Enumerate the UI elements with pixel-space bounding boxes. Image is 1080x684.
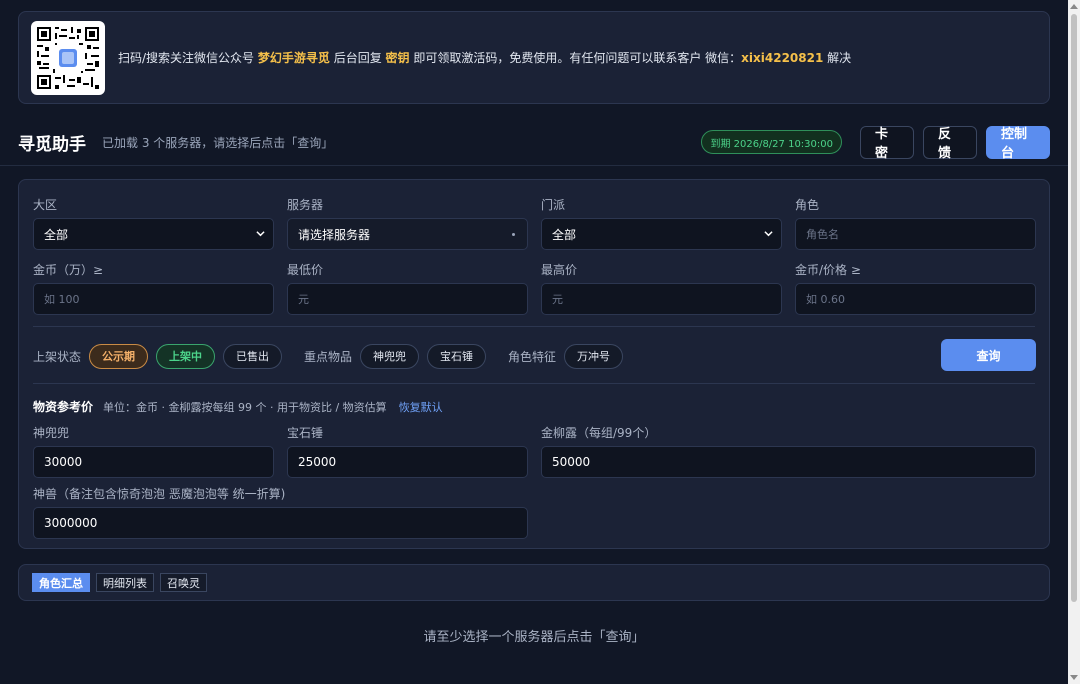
app-header: 寻觅助手 已加载 3 个服务器，请选择后点击「查询」 到期 2026/8/27 … [18, 124, 1050, 161]
chip-status-listed[interactable]: 上架中 [156, 343, 216, 369]
max-price-input[interactable]: 元 [541, 283, 782, 315]
chevron-down-icon [764, 231, 773, 237]
gold-ratio-field: 金币/价格 ≥ 如 0.60 [795, 261, 1036, 315]
status-label: 上架状态 [33, 349, 82, 364]
header-divider [0, 165, 1068, 166]
price-shenshou-input[interactable]: 3000000 [33, 507, 528, 539]
reference-header: 物资参考价 单位：金币 · 金柳露按每组 99 个 · 用于物资比 / 物资估算… [33, 398, 443, 415]
qr-code [31, 20, 105, 95]
expiry-badge: 到期 2026/8/27 10:30:00 [701, 130, 842, 154]
banner-text: 扫码/搜索关注微信公众号 梦幻手游寻觅 后台回复 密钥 即可领取激活码，免费使用… [118, 51, 852, 65]
result-tabs: 角色汇总 明细列表 召唤灵 [18, 564, 1050, 601]
qr-code-image [35, 24, 101, 91]
tab-detail-list[interactable]: 明细列表 [96, 573, 154, 592]
chevron-down-icon [256, 231, 265, 237]
chip-item-shendoudou[interactable]: 神兜兜 [360, 343, 420, 369]
dropdown-indicator-icon [512, 233, 515, 236]
min-price-input[interactable]: 元 [287, 283, 528, 315]
card-key-button[interactable]: 卡密 [860, 125, 914, 161]
server-field: 服务器 请选择服务器 [287, 196, 528, 250]
reference-title: 物资参考价 [33, 400, 94, 414]
price-baoshichui-input[interactable]: 25000 [287, 446, 528, 478]
max-price-field: 最高价 元 [541, 261, 782, 315]
scroll-up-icon[interactable] [1070, 4, 1078, 9]
min-price-field: 最低价 元 [287, 261, 528, 315]
app-title: 寻觅助手 [18, 134, 86, 155]
role-input[interactable]: 角色名 [795, 218, 1036, 250]
scrollbar-thumb[interactable] [1071, 14, 1077, 602]
price-baoshichui-field: 宝石锤 25000 [287, 424, 528, 478]
server-select[interactable]: 请选择服务器 [287, 218, 528, 250]
chip-status-public[interactable]: 公示期 [89, 343, 149, 369]
chip-status-sold[interactable]: 已售出 [223, 343, 283, 369]
feedback-button[interactable]: 反馈 [923, 125, 977, 161]
scroll-down-icon[interactable] [1070, 675, 1078, 680]
region-field: 大区 全部 [33, 196, 274, 250]
query-button[interactable]: 查询 [941, 339, 1036, 371]
price-jinliulu-input[interactable]: 50000 [541, 446, 1036, 478]
feature-label: 角色特征 [508, 349, 557, 364]
gold-ratio-input[interactable]: 如 0.60 [795, 283, 1036, 315]
divider [33, 383, 1035, 384]
price-jinliulu-field: 金柳露（每组/99个） 50000 [541, 424, 1036, 478]
price-shendoudou-input[interactable]: 30000 [33, 446, 274, 478]
tab-role-summary[interactable]: 角色汇总 [32, 573, 90, 592]
vertical-scrollbar[interactable] [1068, 0, 1080, 684]
console-button[interactable]: 控制台 [986, 125, 1050, 161]
school-select[interactable]: 全部 [541, 218, 782, 250]
price-shendoudou-field: 神兜兜 30000 [33, 424, 274, 478]
reset-defaults-link[interactable]: 恢复默认 [399, 399, 443, 415]
wechat-id: xixi4220821 [741, 51, 824, 65]
region-select[interactable]: 全部 [33, 218, 274, 250]
items-label: 重点物品 [304, 349, 353, 364]
tab-summon[interactable]: 召唤灵 [160, 573, 207, 592]
chip-item-baoshichui[interactable]: 宝石锤 [427, 343, 487, 369]
school-field: 门派 全部 [541, 196, 782, 250]
account-name: 梦幻手游寻觅 [257, 51, 330, 65]
filter-panel: 大区 全部 服务器 请选择服务器 门派 全部 角色 角色名 金币（万）≥ 如 1… [18, 179, 1050, 549]
page: 扫码/搜索关注微信公众号 梦幻手游寻觅 后台回复 密钥 即可领取激活码，免费使用… [0, 0, 1068, 684]
empty-state-message: 请至少选择一个服务器后点击「查询」 [423, 630, 645, 645]
chip-feature-wanchong[interactable]: 万冲号 [564, 343, 624, 369]
reference-note: 单位：金币 · 金柳露按每组 99 个 · 用于物资比 / 物资估算 [103, 400, 387, 414]
keyword: 密钥 [385, 51, 410, 65]
divider [33, 326, 1035, 327]
gold-input[interactable]: 如 100 [33, 283, 274, 315]
gold-field: 金币（万）≥ 如 100 [33, 261, 274, 315]
app-subtitle: 已加载 3 个服务器，请选择后点击「查询」 [102, 135, 334, 150]
promo-banner: 扫码/搜索关注微信公众号 梦幻手游寻觅 后台回复 密钥 即可领取激活码，免费使用… [18, 11, 1050, 104]
price-shenshou-field: 神兽（备注包含惊奇泡泡 恶魔泡泡等 统一折算) 3000000 [33, 485, 528, 539]
filter-chips: 上架状态 公示期 上架中 已售出 重点物品 神兜兜 宝石锤 角色特征 万冲号 [33, 343, 631, 369]
role-field: 角色 角色名 [795, 196, 1036, 250]
